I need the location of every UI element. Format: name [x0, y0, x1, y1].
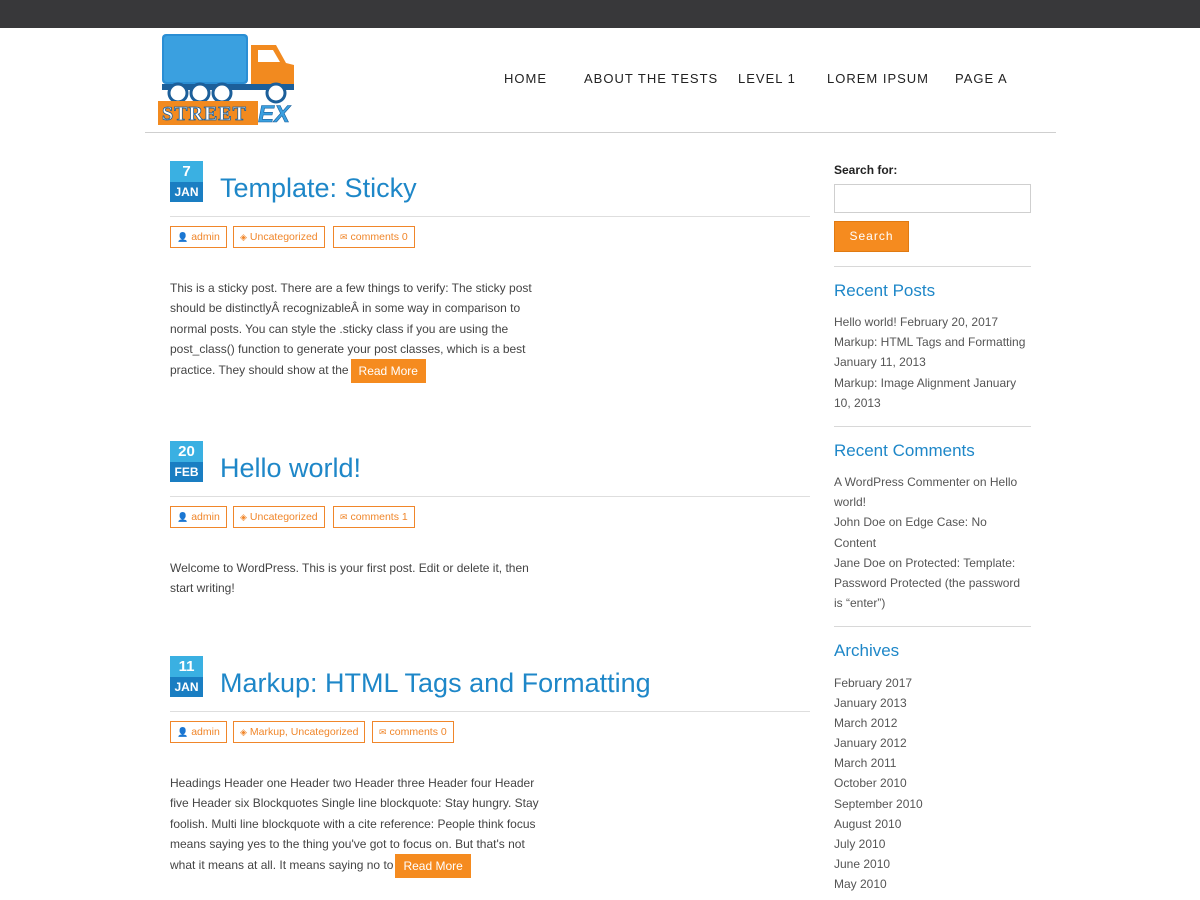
archive-link[interactable]: March 2011 [834, 753, 1031, 773]
search-label: Search for: [834, 163, 898, 177]
category-name: Uncategorized [249, 511, 318, 523]
date-month: JAN [170, 182, 203, 202]
recent-comments-list: A WordPress Commenter on Hello world! Jo… [834, 472, 1031, 613]
date-day: 7 [170, 161, 203, 182]
post-title[interactable]: Hello world! [220, 453, 361, 484]
recent-post-link[interactable]: Markup: HTML Tags and Formatting [834, 335, 1025, 349]
divider [834, 426, 1031, 427]
archive-link[interactable]: September 2010 [834, 794, 1031, 814]
archives-list: February 2017 January 2013 March 2012 Ja… [834, 673, 1031, 894]
post-excerpt: Welcome to WordPress. This is your first… [170, 558, 542, 599]
user-icon: 👤 [177, 512, 189, 522]
archive-link[interactable]: July 2010 [834, 834, 1031, 854]
archive-link[interactable]: May 2010 [834, 874, 1031, 894]
author-tag[interactable]: 👤 admin [170, 226, 227, 248]
post-article: 11 JAN Markup: HTML Tags and Formatting … [170, 656, 810, 886]
post-excerpt: Headings Header one Header two Header th… [170, 773, 542, 879]
date-day: 20 [170, 441, 203, 462]
comments-count: comments 0 [389, 726, 447, 738]
post-title[interactable]: Template: Sticky [220, 173, 417, 204]
tag-icon: ◈ [240, 232, 247, 242]
comments-icon: ✉ [379, 727, 387, 737]
recent-post-link[interactable]: Markup: Image Alignment [834, 376, 970, 390]
read-more-button[interactable]: Read More [395, 854, 471, 879]
comments-count: comments 1 [350, 511, 408, 523]
archive-link[interactable]: March 2012 [834, 713, 1031, 733]
recent-posts-title: Recent Posts [834, 281, 936, 300]
divider [170, 496, 810, 497]
excerpt-text: Headings Header one Header two Header th… [170, 776, 539, 873]
svg-text:EX: EX [258, 101, 292, 128]
author-tag[interactable]: 👤 admin [170, 506, 227, 528]
archive-link[interactable]: October 2010 [834, 773, 1031, 793]
post-article: 20 FEB Hello world! 👤 admin ◈ Uncategorize… [170, 441, 810, 611]
date-badge: 11 JAN [170, 656, 203, 697]
date-day: 11 [170, 656, 203, 677]
archive-link[interactable]: August 2010 [834, 814, 1031, 834]
divider [170, 711, 810, 712]
date-month: JAN [170, 677, 203, 697]
author-tag[interactable]: 👤 admin [170, 721, 227, 743]
comment-author: John Doe [834, 515, 886, 530]
recent-post-link[interactable]: Hello world! [834, 315, 897, 329]
comments-icon: ✉ [340, 232, 348, 242]
tag-icon: ◈ [240, 727, 247, 737]
comment-author: Jane Doe [834, 555, 886, 570]
date-badge: 20 FEB [170, 441, 203, 482]
post-title[interactable]: Markup: HTML Tags and Formatting [220, 668, 651, 699]
author-name: admin [191, 231, 220, 243]
comments-tag[interactable]: ✉ comments 0 [372, 721, 454, 743]
category-tag[interactable]: ◈ Markup, Uncategorized [233, 721, 366, 743]
category-tag[interactable]: ◈ Uncategorized [233, 226, 325, 248]
recent-posts-list: Hello world! February 20, 2017 Markup: H… [834, 312, 1031, 413]
comment-on-text: on [973, 475, 987, 489]
comments-count: comments 0 [350, 231, 408, 243]
nav-home[interactable]: HOME [504, 71, 547, 86]
divider [834, 626, 1031, 627]
search-button[interactable]: Search [834, 221, 909, 252]
archive-link[interactable]: June 2010 [834, 854, 1031, 874]
excerpt-text: Welcome to WordPress. This is your first… [170, 561, 529, 596]
category-tag[interactable]: ◈ Uncategorized [233, 506, 325, 528]
site-header: STREET EX HOME ABOUT THE TESTS LEVEL 1 L… [145, 28, 1056, 133]
svg-text:STREET: STREET [162, 103, 247, 125]
tag-icon: ◈ [240, 512, 247, 522]
post-article: 7 JAN Template: Sticky 👤 admin ◈ Uncategor… [170, 161, 810, 391]
recent-post-date: February 20, 2017 [900, 315, 999, 329]
author-name: admin [191, 511, 220, 523]
comments-icon: ✉ [340, 512, 348, 522]
date-month: FEB [170, 462, 203, 482]
search-input[interactable] [834, 184, 1031, 213]
user-icon: 👤 [177, 727, 189, 737]
author-name: admin [191, 726, 220, 738]
category-name: Markup, Uncategorized [249, 726, 359, 738]
nav-page-a[interactable]: PAGE A [955, 71, 1008, 86]
category-name: Uncategorized [249, 231, 318, 243]
main-nav: HOME ABOUT THE TESTS LEVEL 1 LOREM IPSUM… [145, 71, 1056, 91]
post-excerpt: This is a sticky post. There are a few t… [170, 278, 542, 384]
comment-on-text: on [888, 515, 903, 530]
read-more-button[interactable]: Read More [350, 359, 426, 384]
top-bar [0, 0, 1200, 28]
comments-tag[interactable]: ✉ comments 1 [333, 506, 415, 528]
comment-author-link[interactable]: A WordPress Commenter [834, 475, 970, 489]
date-badge: 7 JAN [170, 161, 203, 202]
recent-post-date: January 11, 2013 [834, 355, 926, 370]
archive-link[interactable]: February 2017 [834, 673, 1031, 693]
recent-comments-title: Recent Comments [834, 441, 975, 460]
nav-lorem-ipsum[interactable]: LOREM IPSUM [827, 71, 929, 86]
comments-tag[interactable]: ✉ comments 0 [333, 226, 415, 248]
divider [834, 266, 1031, 267]
divider [170, 216, 810, 217]
archive-link[interactable]: January 2012 [834, 733, 1031, 753]
archive-link[interactable]: January 2013 [834, 693, 1031, 713]
archives-title: Archives [834, 641, 900, 660]
nav-level-1[interactable]: LEVEL 1 [738, 71, 796, 86]
nav-about-the-tests[interactable]: ABOUT THE TESTS [584, 71, 718, 86]
user-icon: 👤 [177, 232, 189, 242]
comment-on-text: on [888, 555, 903, 570]
